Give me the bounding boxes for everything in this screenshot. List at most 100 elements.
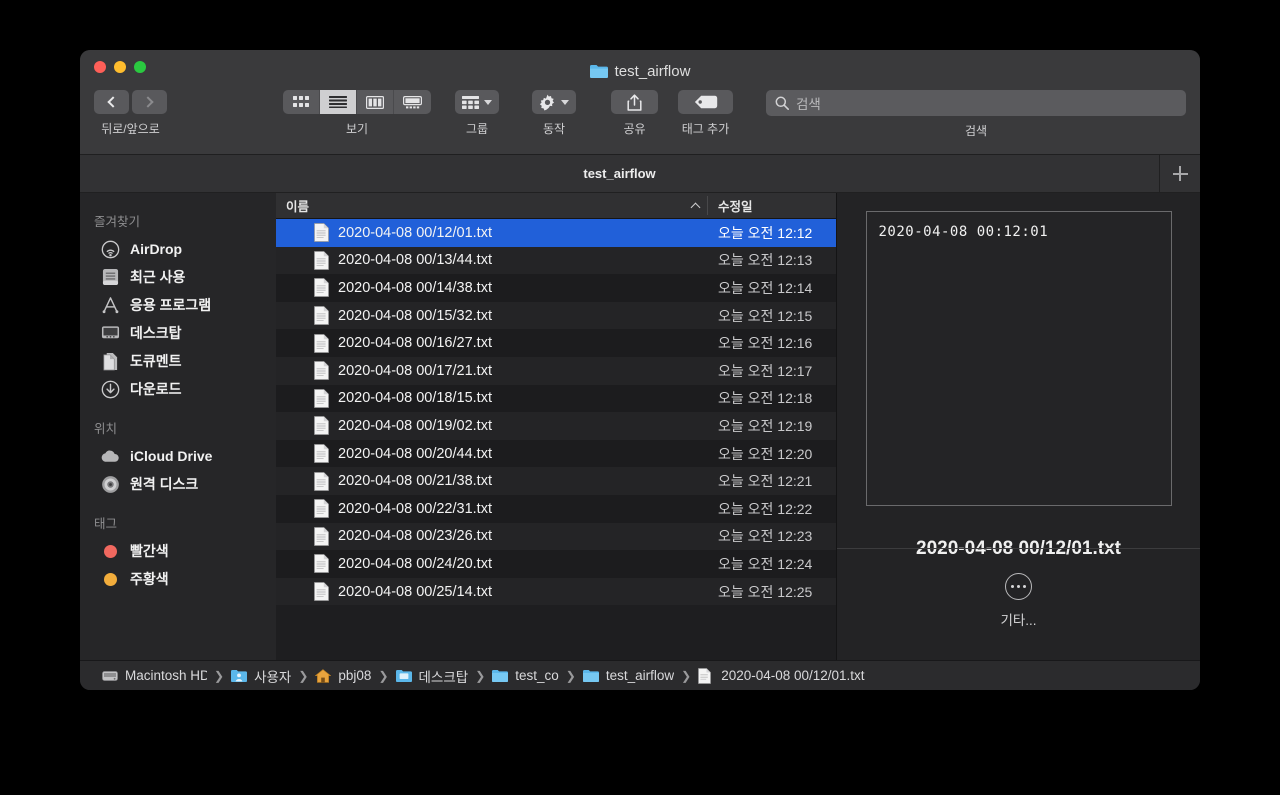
grid-group-icon (462, 95, 479, 109)
list-view-button[interactable] (320, 90, 357, 114)
home-icon (315, 668, 332, 683)
sidebar-item-label: 데스크탑 (130, 325, 182, 341)
sidebar-item-label: 다운로드 (130, 381, 182, 397)
file-modified-cell: 오늘 오전 12:17 (718, 362, 813, 379)
breadcrumb-item[interactable]: 2020-04-08 00/12/01.txt (698, 667, 865, 684)
action-button[interactable] (532, 90, 576, 114)
add-tag-button[interactable] (678, 90, 733, 114)
share-icon (627, 93, 642, 111)
breadcrumb-item[interactable]: test_airflow (582, 668, 674, 683)
document-icon (314, 471, 329, 491)
preview-more-button[interactable]: 기타... (837, 573, 1200, 629)
file-name-cell: 2020-04-08 00/20/44.txt (276, 444, 708, 463)
table-row[interactable]: 2020-04-08 00/21/38.txt 오늘 오전 12:21 (276, 467, 836, 495)
document-icon (314, 526, 329, 546)
preview-thumbnail: 2020-04-08 00:12:01 (865, 211, 1172, 506)
plus-icon (1172, 166, 1188, 181)
table-row[interactable]: 2020-04-08 00/13/44.txt 오늘 오전 12:13 (276, 246, 836, 275)
table-row[interactable]: 2020-04-08 00/24/20.txt 오늘 오전 12:24 (276, 550, 836, 578)
sidebar-item-tag-orange[interactable]: 주황색 (80, 565, 276, 593)
back-button[interactable] (94, 90, 129, 114)
column-header-name-label: 이름 (286, 200, 310, 214)
nav-label: 뒤로/앞으로 (101, 122, 160, 136)
document-icon (314, 389, 329, 408)
sidebar-item-remote-disc[interactable]: 원격 디스크 (80, 470, 276, 498)
column-view-button[interactable] (357, 90, 394, 114)
breadcrumb-item[interactable]: test_co (492, 668, 559, 683)
group-group: 그룹 (455, 90, 499, 137)
table-row[interactable]: 2020-04-08 00/12/01.txt 오늘 오전 12:12 (276, 219, 836, 247)
sidebar-item-label: 도큐멘트 (130, 353, 182, 369)
tab-bar: test_airflow (80, 155, 1200, 193)
file-name-label: 2020-04-08 00/14/38.txt (338, 279, 492, 296)
preview-divider (837, 548, 1200, 549)
table-row[interactable]: 2020-04-08 00/15/32.txt 오늘 오전 12:15 (276, 301, 836, 330)
toolbar: test_airflow 뒤로/앞으로 보기 그룹 동작 공유 태그 추가 검색… (80, 50, 1200, 155)
group-label: 그룹 (465, 122, 489, 136)
table-row[interactable]: 2020-04-08 00/18/15.txt 오늘 오전 12:18 (276, 384, 836, 413)
table-row[interactable]: 2020-04-08 00/14/38.txt 오늘 오전 12:14 (276, 274, 836, 302)
sidebar-item-airdrop[interactable]: AirDrop (80, 235, 276, 263)
breadcrumb-item[interactable]: 사용자 (231, 666, 291, 686)
column-header-modified-label: 수정일 (718, 200, 753, 214)
tag-dot-icon (100, 569, 120, 589)
sidebar-item-label: iCloud Drive (130, 448, 213, 464)
column-header-modified[interactable]: 수정일 (708, 196, 753, 215)
breadcrumb-separator: ❯ (681, 668, 692, 683)
search-input[interactable]: 검색 (766, 90, 1186, 116)
table-row[interactable]: 2020-04-08 00/17/21.txt 오늘 오전 12:17 (276, 356, 836, 385)
sidebar-item-applications[interactable]: 응용 프로그램 (80, 291, 276, 319)
sidebar-item-label: 주황색 (130, 571, 169, 587)
search-icon (775, 96, 789, 110)
file-name-label: 2020-04-08 00/25/14.txt (338, 583, 492, 600)
forward-button[interactable] (132, 90, 167, 114)
file-list-pane: 이름 수정일 2020-04-08 00/12/01.txt 오늘 오전 12:1… (276, 193, 836, 660)
file-modified-cell: 오늘 오전 12:12 (718, 224, 813, 241)
breadcrumb-item[interactable]: 데스크탑 (395, 666, 468, 686)
tag-group: 태그 추가 (678, 90, 733, 137)
share-group: 공유 (611, 90, 658, 137)
chevron-up-icon (690, 202, 701, 212)
column-header-name[interactable]: 이름 (276, 196, 708, 215)
document-icon (314, 278, 329, 298)
file-name-label: 2020-04-08 00/15/32.txt (338, 307, 492, 324)
new-tab-button[interactable] (1160, 155, 1200, 192)
file-modified-cell: 오늘 오전 12:14 (718, 279, 813, 296)
sidebar-item-recents[interactable]: 최근 사용 (80, 263, 276, 291)
sidebar-item-downloads[interactable]: 다운로드 (80, 375, 276, 403)
view-mode-segmented-control[interactable] (283, 90, 431, 114)
share-button[interactable] (611, 90, 658, 114)
table-row[interactable]: 2020-04-08 00/19/02.txt 오늘 오전 12:19 (276, 412, 836, 440)
breadcrumb-item[interactable]: Macintosh HD (102, 668, 207, 683)
sidebar-item-desktop[interactable]: 데스크탑 (80, 319, 276, 347)
breadcrumb-separator: ❯ (298, 668, 309, 683)
chevron-down-icon (561, 99, 569, 105)
gallery-view-button[interactable] (394, 90, 431, 114)
recents-icon (100, 267, 120, 287)
table-row[interactable]: 2020-04-08 00/25/14.txt 오늘 오전 12:25 (276, 577, 836, 606)
sidebar-item-icloud-drive[interactable]: iCloud Drive (80, 442, 276, 470)
airdrop-icon (100, 239, 120, 259)
sidebar-item-label: 응용 프로그램 (130, 297, 212, 313)
users-folder-icon (231, 669, 248, 683)
table-row[interactable]: 2020-04-08 00/16/27.txt 오늘 오전 12:16 (276, 329, 836, 357)
icon-view-button[interactable] (283, 90, 320, 114)
applications-icon (100, 295, 120, 315)
file-rows[interactable]: 2020-04-08 00/12/01.txt 오늘 오전 12:12 2020-0… (276, 219, 836, 660)
table-row[interactable]: 2020-04-08 00/23/26.txt 오늘 오전 12:23 (276, 522, 836, 551)
breadcrumb-item[interactable]: pbj08 (315, 668, 371, 683)
nav-group: 뒤로/앞으로 (94, 90, 167, 137)
file-name-label: 2020-04-08 00/19/02.txt (338, 417, 492, 434)
hard-disk-icon (102, 669, 118, 683)
file-name-label: 2020-04-08 00/21/38.txt (338, 473, 492, 490)
sidebar-item-documents[interactable]: 도큐멘트 (80, 347, 276, 375)
tab-test-airflow[interactable]: test_airflow (80, 155, 1160, 192)
table-row[interactable]: 2020-04-08 00/22/31.txt 오늘 오전 12:22 (276, 494, 836, 523)
group-button[interactable] (455, 90, 499, 114)
file-name-cell: 2020-04-08 00/15/32.txt (276, 306, 708, 325)
table-row[interactable]: 2020-04-08 00/20/44.txt 오늘 오전 12:20 (276, 439, 836, 468)
window-body: 즐겨찾기 AirDrop 최근 사용 응용 프로그램 데스크탑 도큐멘트 다운로… (80, 193, 1200, 660)
file-name-label: 2020-04-08 00/24/20.txt (338, 555, 492, 572)
folder-icon (589, 64, 608, 78)
sidebar-item-tag-red[interactable]: 빨간색 (80, 537, 276, 565)
